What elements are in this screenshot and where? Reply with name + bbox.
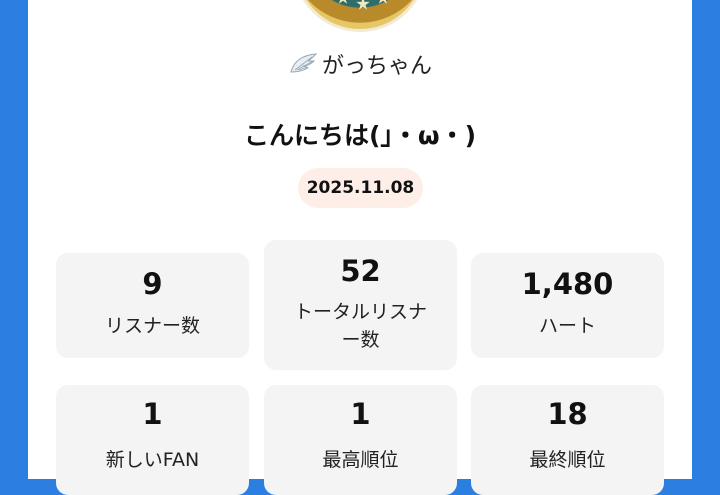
stat-value: 1 — [350, 397, 371, 431]
stat-total-listeners: 52 トータルリスナ ー数 — [264, 240, 457, 370]
stat-listeners: 9 リスナー数 — [56, 253, 249, 358]
stat-label: ー数 — [341, 329, 380, 351]
date-badge: 2025.11.08 — [298, 168, 423, 208]
stat-value: 1,480 — [521, 267, 614, 301]
stat-label: ハート — [538, 315, 596, 337]
star-icon — [356, 0, 370, 10]
star-icon — [376, 0, 390, 4]
profile-card: がっちゃん こんにちは(」・ω・) 2025.11.08 9 リスナー数 52 … — [28, 0, 692, 495]
stat-label: トータルリスナ — [293, 301, 427, 323]
wing-icon — [290, 53, 318, 73]
stat-label: 新しいFAN — [105, 449, 200, 471]
user-name: がっちゃん — [321, 54, 432, 79]
stat-label: リスナー数 — [104, 315, 200, 337]
stat-value: 1 — [142, 397, 163, 431]
stat-value: 18 — [547, 397, 588, 431]
user-name-row: がっちゃん — [28, 48, 692, 80]
stat-label: 最終順位 — [529, 449, 606, 471]
stat-hearts: 1,480 ハート — [471, 253, 664, 358]
stat-label: 最高順位 — [322, 449, 399, 471]
star-icon — [336, 0, 350, 4]
stat-value: 9 — [142, 267, 163, 301]
avatar[interactable] — [293, 0, 427, 32]
stat-value: 52 — [340, 254, 381, 288]
greeting-message: こんにちは(」・ω・) — [243, 121, 477, 150]
